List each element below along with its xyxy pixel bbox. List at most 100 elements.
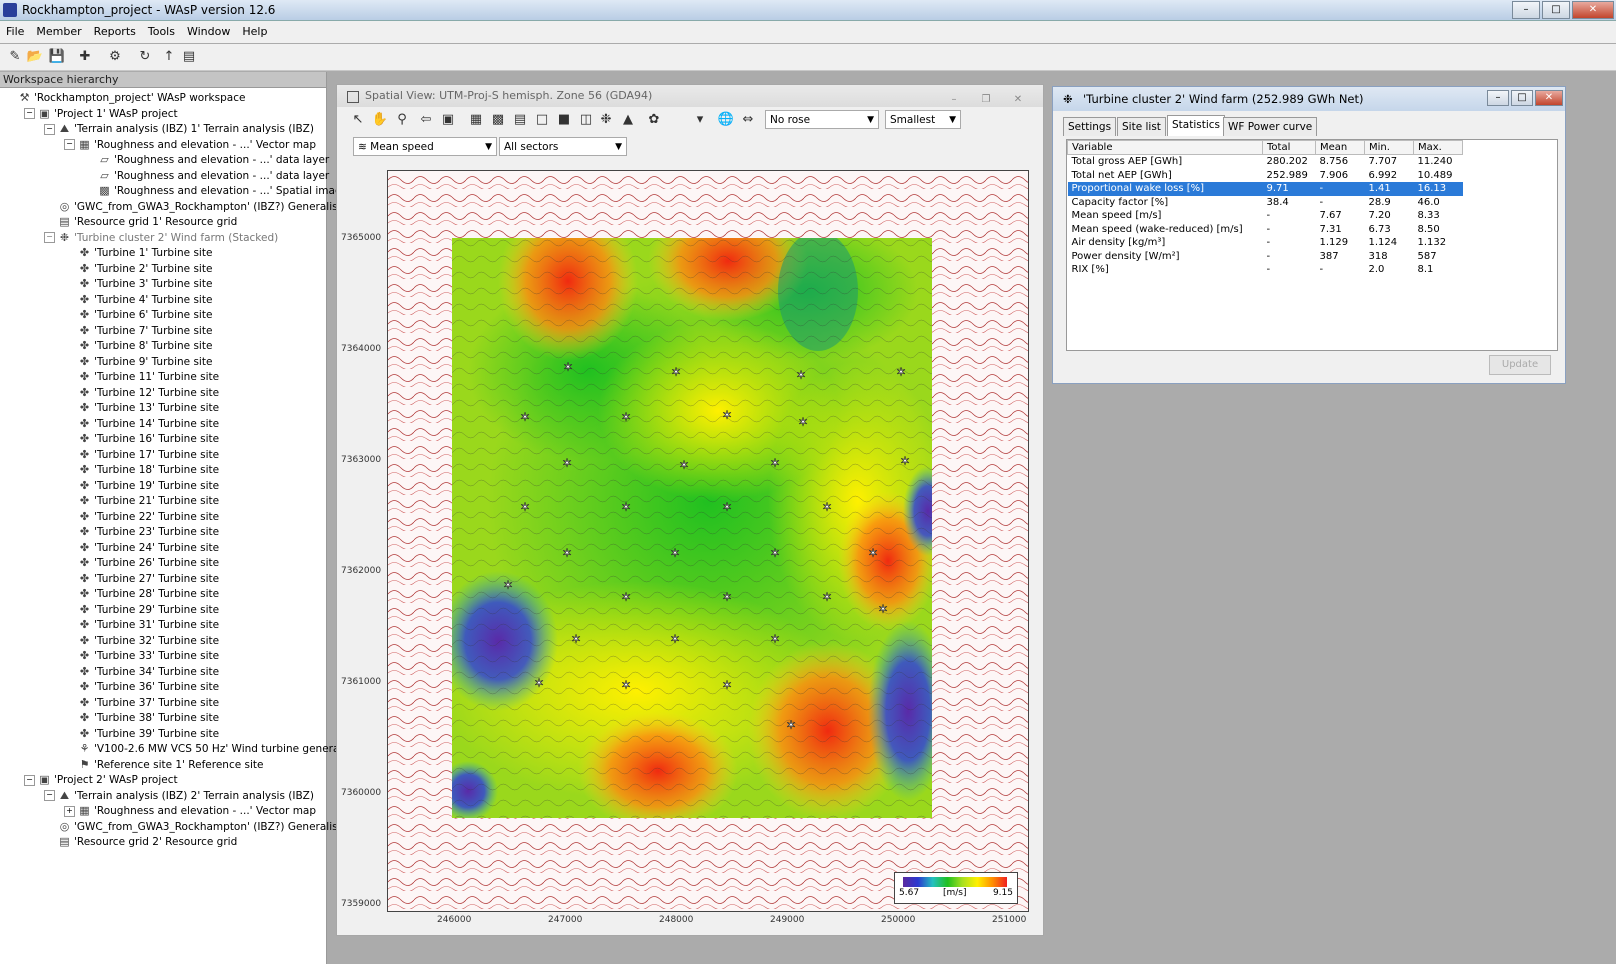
tree-item[interactable]: ✤ 'Turbine 31' Turbine site <box>64 617 219 633</box>
table-row[interactable]: Total gross AEP [GWh] 280.202 8.756 7.707 11… <box>1068 155 1463 169</box>
tree-item[interactable]: ✤ 'Turbine 34' Turbine site <box>64 664 219 680</box>
tree-item[interactable]: ▤ 'Resource grid 2' Resource grid <box>44 834 237 850</box>
tab-settings[interactable]: Settings <box>1063 117 1117 136</box>
tree-item[interactable]: ⚒ 'Rockhampton_project' WAsP workspace <box>4 90 246 106</box>
update-button[interactable]: Update <box>1489 355 1551 375</box>
dropdown-arrow-icon[interactable]: ▾ <box>691 111 709 129</box>
column-header[interactable]: Variable <box>1067 140 1263 155</box>
zoom-icon[interactable]: ⚲ <box>393 111 411 129</box>
tree-item[interactable]: − ⛰ 'Terrain analysis (IBZ) 1' Terrain ana… <box>44 121 314 137</box>
tree-item[interactable]: ✤ 'Turbine 23' Turbine site <box>64 524 219 540</box>
insert-member-icon[interactable]: ⚙ <box>106 48 124 66</box>
rose-select[interactable]: No rose ▼ <box>765 110 879 129</box>
tree-item[interactable]: ✤ 'Turbine 13' Turbine site <box>64 400 219 416</box>
turbine-toggle-icon[interactable]: ❉ <box>597 111 615 129</box>
tree-item[interactable]: ✤ 'Turbine 28' Turbine site <box>64 586 219 602</box>
tree-item[interactable]: ✤ 'Turbine 7' Turbine site <box>64 323 213 339</box>
tree-item[interactable]: ✤ 'Turbine 26' Turbine site <box>64 555 219 571</box>
tree-item[interactable]: ✤ 'Turbine 32' Turbine site <box>64 633 219 649</box>
table-row[interactable]: Air density [kg/m³] - 1.129 1.124 1.132 <box>1068 236 1463 250</box>
tree-item[interactable]: ✤ 'Turbine 9' Turbine site <box>64 354 213 370</box>
menu-tools[interactable]: Tools <box>142 21 181 38</box>
maximize-button[interactable]: □ <box>1542 1 1570 19</box>
tree-item[interactable]: ✤ 'Turbine 16' Turbine site <box>64 431 219 447</box>
wf-minimize-button[interactable]: – <box>1487 90 1509 106</box>
tree-item[interactable]: ✤ 'Turbine 11' Turbine site <box>64 369 219 385</box>
grid-toggle-icon[interactable]: ▦ <box>467 111 485 129</box>
tree-item[interactable]: ✤ 'Turbine 22' Turbine site <box>64 509 219 525</box>
table-row[interactable]: Capacity factor [%] 38.4 - 28.9 46.0 <box>1068 196 1463 210</box>
tree-item[interactable]: ✤ 'Turbine 19' Turbine site <box>64 478 219 494</box>
tree-item[interactable]: ✤ 'Turbine 37' Turbine site <box>64 695 219 711</box>
tab-site-list[interactable]: Site list <box>1117 117 1166 136</box>
tree-item[interactable]: ✤ 'Turbine 2' Turbine site <box>64 261 213 277</box>
select-arrow-icon[interactable]: ↖ <box>349 111 367 129</box>
table-row[interactable]: Total net AEP [GWh] 252.989 7.906 6.992 10.4… <box>1068 169 1463 183</box>
tree-item[interactable]: ✤ 'Turbine 18' Turbine site <box>64 462 219 478</box>
column-header[interactable]: Min. <box>1364 140 1414 155</box>
menu-file[interactable]: File <box>0 21 30 38</box>
column-header[interactable]: Mean <box>1315 140 1365 155</box>
expand-toggle-icon[interactable]: − <box>24 774 35 786</box>
table-row[interactable]: Mean speed (wake-reduced) [m/s] - 7.31 6.73… <box>1068 223 1463 237</box>
open-folder-icon[interactable]: 📂 <box>26 48 44 66</box>
move-up-icon[interactable]: ↑ <box>160 48 178 66</box>
tree-item[interactable]: ✤ 'Turbine 12' Turbine site <box>64 385 219 401</box>
tree-item[interactable]: − ▣ 'Project 2' WAsP project <box>24 772 178 788</box>
tree-item[interactable]: ✤ 'Turbine 17' Turbine site <box>64 447 219 463</box>
sv-close-icon[interactable]: ✕ <box>1009 89 1027 105</box>
tree-item[interactable]: ✤ 'Turbine 21' Turbine site <box>64 493 219 509</box>
column-header[interactable]: Max. <box>1413 140 1463 155</box>
close-button[interactable]: ✕ <box>1572 1 1614 19</box>
zoom-extent-icon[interactable]: ▣ <box>439 111 457 129</box>
tree-item[interactable]: − ❉ 'Turbine cluster 2' Wind farm (Stacked… <box>44 230 278 246</box>
table-row[interactable]: Power density [W/m²] - 387 318 587 <box>1068 250 1463 264</box>
tree-item[interactable]: − ▣ 'Project 1' WAsP project <box>24 106 178 122</box>
tree-item[interactable]: + ▦ 'Roughness and elevation - ...' Vector… <box>64 803 316 819</box>
sv-restore-icon[interactable]: ❐ <box>977 89 995 105</box>
wf-close-button[interactable]: ✕ <box>1535 90 1563 106</box>
image-toggle-icon[interactable]: ■ <box>555 111 573 129</box>
tree-item[interactable]: ✤ 'Turbine 3' Turbine site <box>64 276 213 292</box>
table-row[interactable]: Mean speed [m/s] - 7.67 7.20 8.33 <box>1068 209 1463 223</box>
menu-help[interactable]: Help <box>236 21 273 38</box>
tab-statistics[interactable]: Statistics <box>1167 115 1225 136</box>
variable-select[interactable]: ≋ Mean speed ▼ <box>353 137 497 156</box>
column-header[interactable]: Total <box>1262 140 1316 155</box>
sv-minimize-icon[interactable]: – <box>945 89 963 105</box>
wf-maximize-button[interactable]: □ <box>1511 90 1533 106</box>
new-workspace-icon[interactable]: ✎ <box>6 48 24 66</box>
table-row[interactable]: RIX [%] - - 2.0 8.1 <box>1068 263 1463 277</box>
sites-toggle-icon[interactable]: ◫ <box>577 111 595 129</box>
tree-item[interactable]: ✤ 'Turbine 1' Turbine site <box>64 245 213 261</box>
report-icon[interactable]: ▤ <box>180 48 198 66</box>
rose-icon[interactable]: ✿ <box>645 111 663 129</box>
back-icon[interactable]: ⇦ <box>417 111 435 129</box>
tree-item[interactable]: ⚘ 'V100-2.6 MW VCS 50 Hz' Wind turbine ge… <box>64 741 355 757</box>
tree-item[interactable]: ▤ 'Resource grid 1' Resource grid <box>44 214 237 230</box>
contour-toggle-icon[interactable]: ▩ <box>489 111 507 129</box>
tree-item[interactable]: ✤ 'Turbine 24' Turbine site <box>64 540 219 556</box>
expand-toggle-icon[interactable]: − <box>44 232 55 243</box>
tree-item[interactable]: ✤ 'Turbine 36' Turbine site <box>64 679 219 695</box>
tree-item[interactable]: ▱ 'Roughness and elevation - ...' data la… <box>84 168 329 184</box>
tree-item[interactable]: ✤ 'Turbine 8' Turbine site <box>64 338 213 354</box>
table-row[interactable]: Proportional wake loss [%] 9.71-1.41 16.13 <box>1067 182 1463 196</box>
pan-hand-icon[interactable]: ✋ <box>371 111 389 129</box>
size-select[interactable]: Smallest ▼ <box>885 110 961 129</box>
tree-item[interactable]: ✤ 'Turbine 33' Turbine site <box>64 648 219 664</box>
resource-map[interactable]: ✶ ✶ ✶ ✶ ✶ ✶ ✶ ✶ ✶ ✶ ✶ ✶ ✶ ✶ ✶ ✶ ✶ ✶ ✶ ✶ <box>387 170 1029 912</box>
ruler-icon[interactable]: ⇔ <box>739 111 757 129</box>
expand-toggle-icon[interactable]: − <box>44 790 55 801</box>
tree-item[interactable]: ✤ 'Turbine 4' Turbine site <box>64 292 213 308</box>
expand-toggle-icon[interactable]: − <box>64 139 75 150</box>
tree-item[interactable]: ✤ 'Turbine 6' Turbine site <box>64 307 213 323</box>
add-member-icon[interactable]: ✚ <box>76 48 94 66</box>
tree-item[interactable]: − ⛰ 'Terrain analysis (IBZ) 2' Terrain ana… <box>44 788 314 804</box>
menu-window[interactable]: Window <box>181 21 236 38</box>
tree-item[interactable]: ✤ 'Turbine 27' Turbine site <box>64 571 219 587</box>
tree-item[interactable]: ◎ 'GWC_from_GWA3_Rockhampton' (IBZ?) Gene… <box>44 819 363 835</box>
wind-farm-icon[interactable]: ▲ <box>619 111 637 129</box>
menu-member[interactable]: Member <box>30 21 87 38</box>
globe-icon[interactable]: 🌐 <box>717 111 735 129</box>
